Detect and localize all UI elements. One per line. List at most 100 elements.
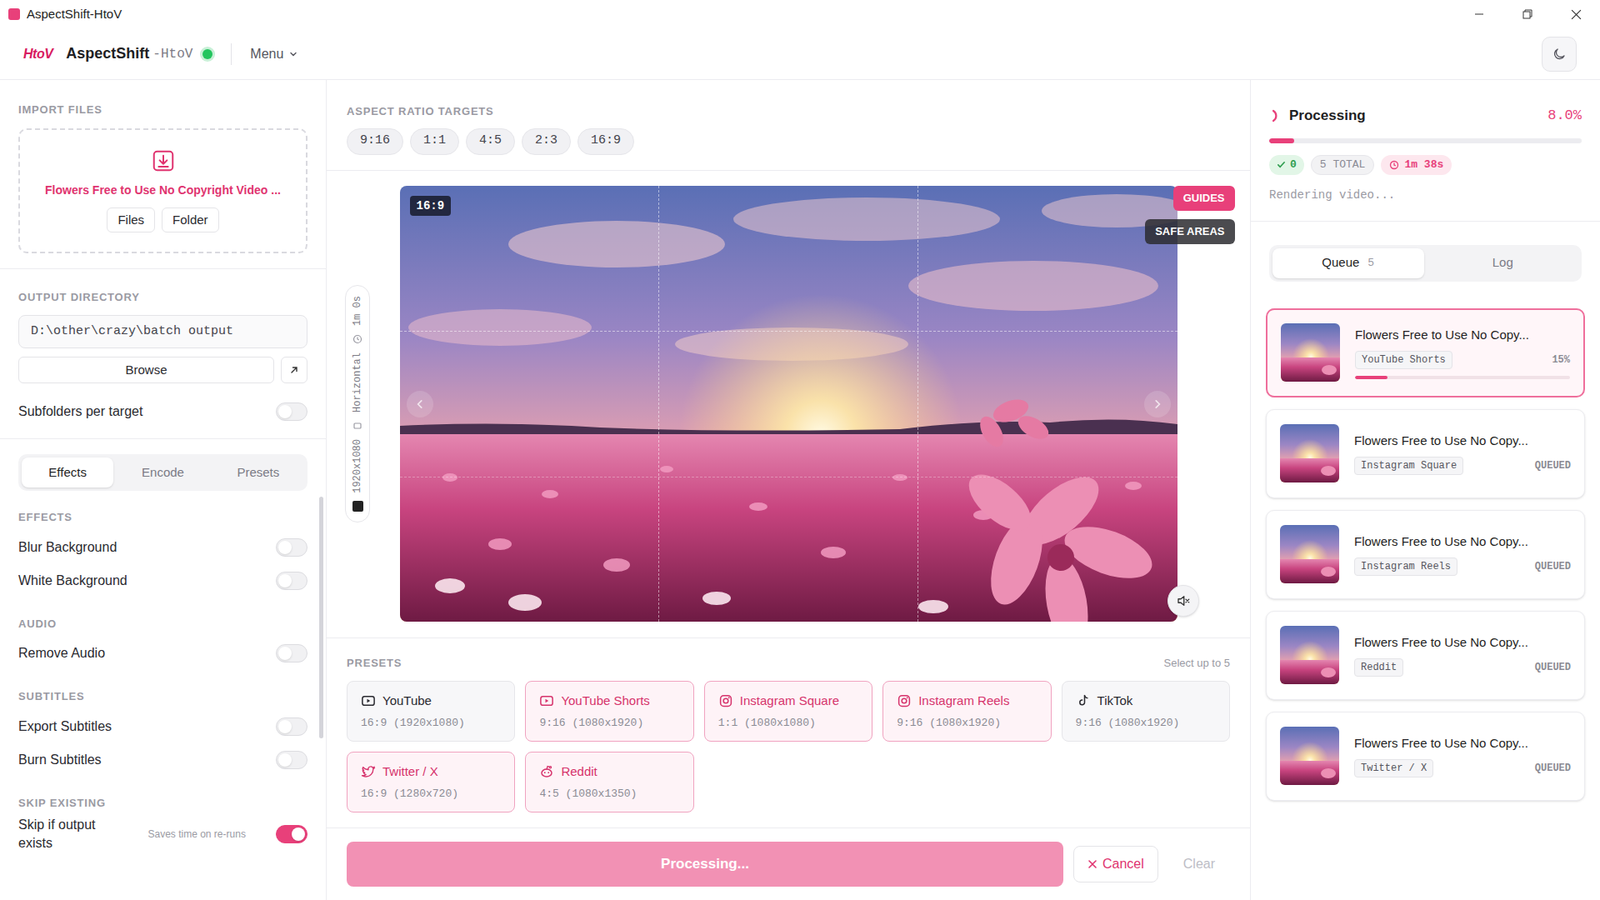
queue-item[interactable]: Flowers Free to Use No Copy...RedditQUEU… — [1265, 610, 1585, 700]
resolution-label: 1920x1080 — [350, 439, 365, 494]
toggle-knob — [278, 540, 292, 555]
queue-item[interactable]: Flowers Free to Use No Copy...Instagram … — [1265, 409, 1585, 499]
section-label: SUBTITLES — [18, 688, 308, 705]
setting-hint: Saves time on re-runs — [148, 827, 247, 841]
reddit-icon — [539, 764, 555, 780]
preset-name: Instagram Square — [740, 691, 840, 711]
preset-card[interactable]: Instagram Square1:1 (1080x1080) — [704, 680, 873, 742]
file-name: Flowers Free to Use No Copyright Video .… — [45, 181, 281, 200]
twitter-icon — [360, 764, 376, 780]
toggle-knob — [278, 646, 292, 660]
subfolders-label: Subfolders per target — [18, 401, 143, 422]
previous-button[interactable] — [406, 390, 434, 418]
preset-card[interactable]: Twitter / X16:9 (1280x720) — [346, 751, 515, 813]
setting-row: Remove Audio — [18, 636, 308, 670]
action-bar: Processing... CancelClear — [326, 827, 1250, 900]
tab-label: Effects — [48, 463, 87, 483]
ratio-chip[interactable]: 16:9 — [577, 128, 635, 155]
progress-status: Rendering video... — [1269, 186, 1582, 205]
scrollbar-thumb[interactable] — [319, 496, 324, 739]
drop-zone[interactable]: Flowers Free to Use No Copyright Video .… — [18, 128, 308, 254]
next-button[interactable] — [1144, 390, 1171, 418]
toggle-knob — [291, 827, 305, 841]
queue-item[interactable]: Flowers Free to Use No Copy...Instagram … — [1265, 510, 1585, 600]
queue-status: QUEUED — [1535, 559, 1571, 575]
tab-label: Presets — [236, 463, 280, 483]
toggle[interactable] — [275, 538, 308, 557]
clear-button[interactable]: Clear — [1168, 845, 1230, 883]
instagram-icon — [896, 693, 912, 709]
guides-button[interactable]: GUIDES — [1173, 185, 1235, 211]
toggle-knob — [278, 574, 292, 588]
background-color-swatch[interactable] — [352, 500, 364, 512]
preset-card[interactable]: YouTube Shorts9:16 (1080x1920) — [525, 680, 694, 742]
preset-spec: 16:9 (1280x720) — [360, 785, 501, 803]
queue-status: 15% — [1551, 352, 1570, 368]
app-name: AspectShift — [65, 42, 150, 65]
preset-card[interactable]: YouTube16:9 (1920x1080) — [346, 680, 515, 742]
queue-item[interactable]: Flowers Free to Use No Copy...Twitter / … — [1265, 711, 1585, 801]
ratio-chip[interactable]: 4:5 — [465, 128, 515, 155]
panel-tab[interactable]: Log — [1427, 248, 1580, 279]
queue-status: QUEUED — [1535, 760, 1571, 776]
preset-card[interactable]: TikTok9:16 (1080x1920) — [1061, 680, 1230, 742]
toggle[interactable] — [275, 644, 308, 663]
output-path-field[interactable]: D:\other\crazy\batch output — [18, 315, 308, 349]
toggle[interactable] — [275, 717, 308, 736]
settings-tab[interactable]: Effects — [21, 457, 114, 488]
process-label: Processing... — [660, 853, 750, 875]
progress-percent: 8.0% — [1547, 105, 1582, 127]
settings-tab[interactable]: Presets — [212, 457, 305, 488]
setting-row: White Background — [18, 564, 308, 598]
toggle[interactable] — [275, 750, 308, 770]
open-folder-button[interactable] — [280, 356, 308, 384]
toggle[interactable] — [275, 402, 308, 421]
browse-button[interactable]: Browse — [18, 356, 275, 384]
queue-item[interactable]: Flowers Free to Use No Copy...YouTube Sh… — [1265, 308, 1585, 398]
maximize-button[interactable] — [1503, 0, 1552, 29]
thumbnail — [1280, 525, 1340, 584]
toggle[interactable] — [275, 571, 308, 590]
ratio-chip[interactable]: 1:1 — [410, 128, 460, 155]
section-label: ASPECT RATIO TARGETS — [346, 103, 1230, 120]
guide-line — [400, 330, 1178, 332]
preset-card[interactable]: Instagram Reels 9:16 (1080x1920) — [882, 680, 1051, 742]
theme-button[interactable] — [1541, 36, 1577, 72]
restore-icon — [1522, 9, 1533, 20]
mute-button[interactable] — [1167, 585, 1200, 617]
menu-button[interactable]: Menu — [250, 44, 299, 65]
close-button[interactable] — [1551, 0, 1600, 29]
minimize-icon — [1474, 9, 1485, 20]
setting-label: Skip if output exists — [18, 815, 119, 852]
preset-name: Instagram Reels — [918, 691, 1010, 711]
instagram-icon — [718, 693, 734, 709]
chevron-right-icon — [1151, 398, 1164, 410]
queue-title: Flowers Free to Use No Copy... — [1355, 325, 1570, 345]
ratio-chip[interactable]: 9:16 — [346, 128, 404, 155]
section-label: PRESETS — [346, 655, 402, 672]
files-button[interactable]: Files — [106, 207, 155, 233]
preview-area: 1m 0sHorizontal1920x108016:9GUIDESSAFE A… — [326, 170, 1250, 638]
safe-areas-label: SAFE AREAS — [1155, 223, 1225, 240]
import-icon — [150, 148, 176, 174]
x-icon — [1087, 859, 1098, 870]
duration-label: 1m 0s — [350, 295, 365, 326]
app-suffix: -HtoV — [152, 44, 193, 65]
process-button[interactable]: Processing... — [346, 841, 1064, 887]
eta: 1m 38s — [1380, 155, 1452, 175]
preset-card[interactable]: Reddit4:5 (1080x1350) — [525, 751, 694, 813]
safe-areas-button[interactable]: SAFE AREAS — [1145, 219, 1235, 245]
toggle[interactable] — [275, 825, 308, 844]
right-panel: Processing8.0%05 TOTAL1m 38sRendering vi… — [1250, 80, 1600, 900]
panel-tab[interactable]: Queue5 — [1272, 248, 1425, 279]
preset-spec: 9:16 (1080x1920) — [896, 715, 1037, 732]
cancel-button[interactable]: Cancel — [1073, 845, 1159, 883]
queue-title: Flowers Free to Use No Copy... — [1354, 734, 1571, 754]
settings-tab[interactable]: Encode — [116, 457, 209, 488]
thumbnail — [1280, 726, 1340, 785]
ratio-chip[interactable]: 2:3 — [521, 128, 571, 155]
folder-button[interactable]: Folder — [161, 207, 220, 233]
preset-name: YouTube — [382, 691, 432, 711]
queue-tabs: Queue5Log — [1269, 245, 1582, 282]
minimize-button[interactable] — [1455, 0, 1504, 29]
